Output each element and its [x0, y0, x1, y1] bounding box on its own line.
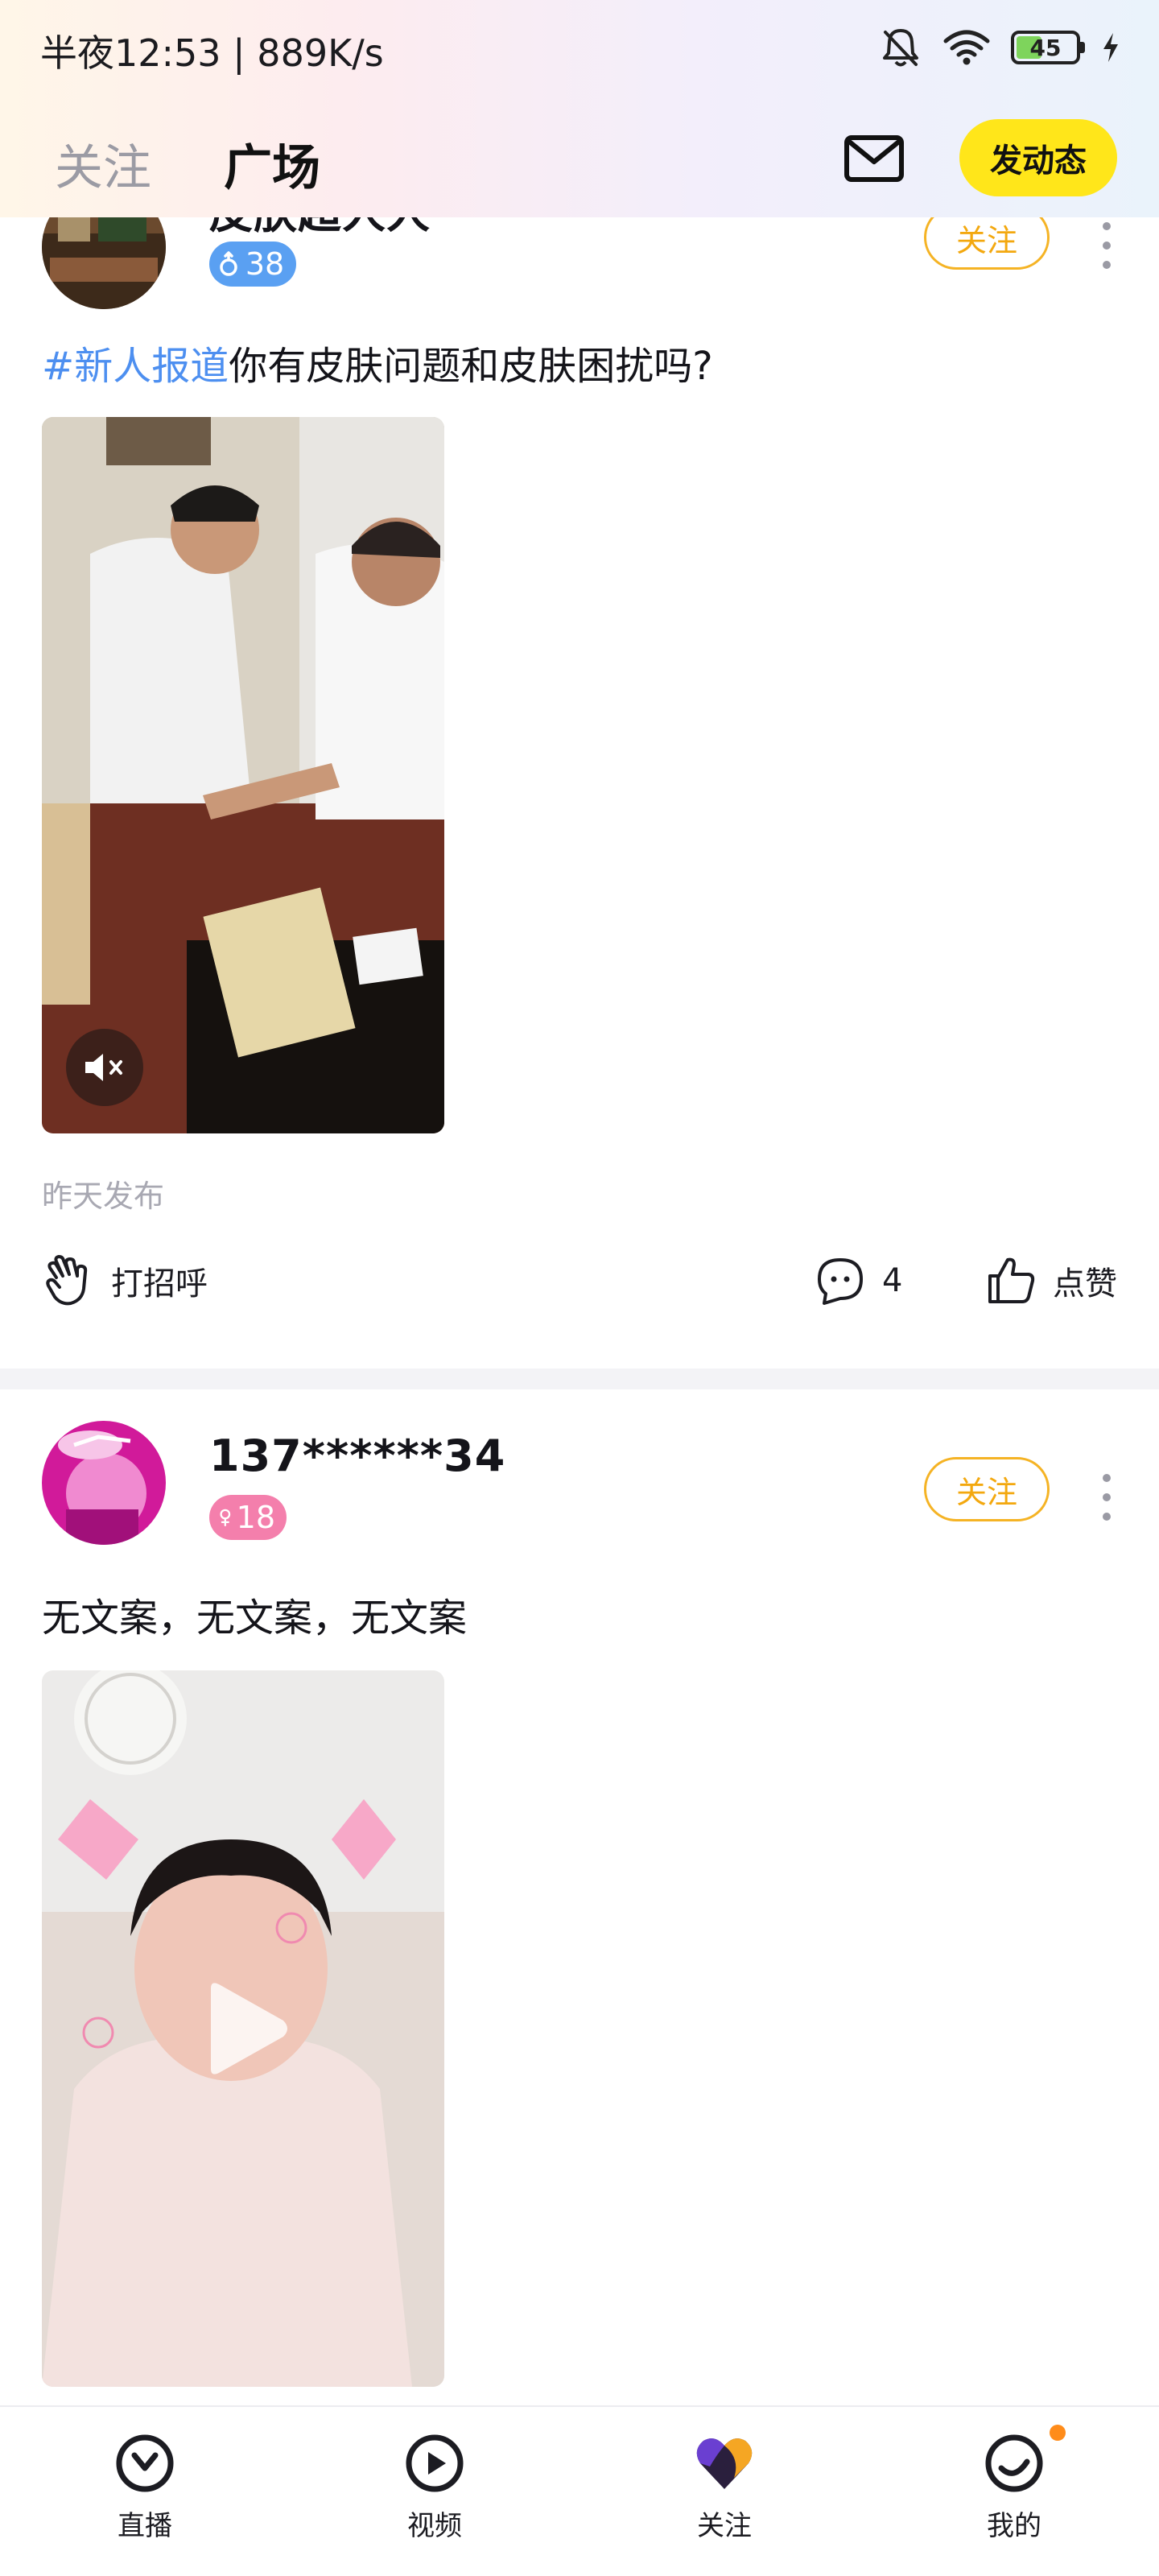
post-caption: #新人报道你有皮肤问题和皮肤困扰吗?: [42, 334, 713, 390]
mail-icon[interactable]: [843, 133, 905, 184]
live-icon: [116, 2434, 174, 2492]
tab-square[interactable]: 广场: [224, 129, 320, 199]
age-value: 38: [245, 246, 285, 282]
nav-item-follow[interactable]: 关注: [660, 2431, 789, 2543]
age-badge: 38: [209, 242, 296, 287]
charging-icon: [1103, 33, 1118, 62]
like-label: 点赞: [1053, 1265, 1117, 1302]
mute-icon[interactable]: [66, 1029, 143, 1106]
create-post-button[interactable]: 发动态: [959, 119, 1117, 196]
battery-icon: 45: [1011, 31, 1085, 64]
post-time: 昨天发布: [42, 1179, 165, 1214]
follow-button[interactable]: 关注: [924, 1457, 1050, 1521]
bottom-nav: 直播 视频 关注 我的: [0, 2405, 1159, 2576]
nav-item-me[interactable]: 我的: [950, 2431, 1079, 2543]
like-button[interactable]: 点赞: [984, 1253, 1117, 1308]
username[interactable]: 137******34: [209, 1430, 505, 1481]
nav-label: 直播: [118, 2510, 172, 2542]
wave-hand-icon: [46, 1255, 88, 1306]
heart-icon: [696, 2438, 753, 2489]
nav-label: 视频: [407, 2510, 462, 2542]
profile-icon: [985, 2434, 1043, 2492]
thumbs-up-icon: [988, 1257, 1035, 1303]
comment-button[interactable]: 4: [813, 1253, 902, 1308]
post-video[interactable]: [42, 417, 444, 1133]
male-icon: [220, 251, 237, 276]
comment-icon: [818, 1258, 863, 1305]
more-options-icon[interactable]: [1095, 1465, 1119, 1530]
comment-count: 4: [882, 1262, 903, 1299]
avatar[interactable]: [42, 1421, 166, 1545]
play-icon[interactable]: [203, 1980, 291, 2077]
age-value: 18: [236, 1500, 275, 1535]
post-video[interactable]: [42, 1670, 444, 2387]
post-divider: [0, 1368, 1159, 1389]
battery-level: 45: [1029, 34, 1062, 61]
nav-item-live[interactable]: 直播: [80, 2431, 209, 2543]
mute-notification-icon: [883, 29, 918, 67]
video-icon: [406, 2434, 464, 2492]
top-header: 半夜12:53 | 889K/s 45 关注 广场 发动态: [0, 0, 1159, 217]
app-screen: { "status_bar": {"time_speed": "半夜12:53 …: [0, 0, 1159, 2576]
topic-tag[interactable]: #新人报道: [42, 344, 229, 389]
more-options-icon[interactable]: [1095, 213, 1119, 278]
post-actions: 打招呼 4 点赞: [0, 1244, 1159, 1324]
status-time-speed: 半夜12:53 | 889K/s: [40, 31, 384, 75]
wifi-icon: [943, 30, 990, 65]
nav-label: 关注: [697, 2510, 752, 2542]
caption-text: 你有皮肤问题和皮肤困扰吗?: [229, 344, 713, 389]
greet-label: 打招呼: [111, 1265, 208, 1302]
notification-dot: [1050, 2425, 1066, 2441]
post-caption: 无文案，无文案，无文案: [42, 1596, 468, 1641]
greet-button[interactable]: 打招呼: [42, 1253, 208, 1308]
status-icons: 45: [879, 26, 1120, 69]
age-badge: 18: [209, 1495, 287, 1540]
nav-item-video[interactable]: 视频: [370, 2431, 499, 2543]
tab-follow[interactable]: 关注: [55, 129, 151, 199]
nav-label: 我的: [987, 2510, 1041, 2542]
female-icon: [220, 1509, 231, 1526]
